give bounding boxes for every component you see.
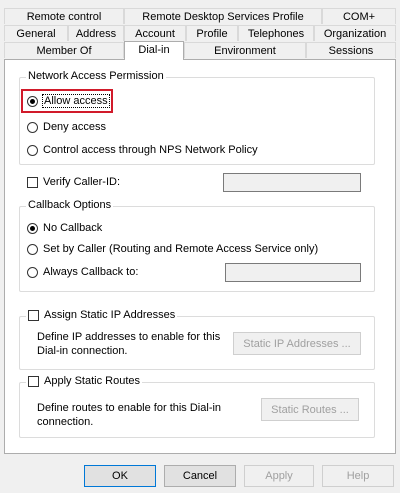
static-ip-title: Assign Static IP Addresses [44,309,176,321]
tab-account[interactable]: Account [124,25,186,41]
radio-control-through-nps[interactable]: Control access through NPS Network Polic… [27,144,258,156]
radio-always-callback-label: Always Callback to: [43,266,139,278]
static-ip-legend: Assign Static IP Addresses [26,309,178,321]
tab-telephones[interactable]: Telephones [238,25,314,41]
tab-general[interactable]: General [4,25,68,41]
verify-caller-id-checkbox[interactable]: Verify Caller-ID: [27,176,120,188]
static-routes-title: Apply Static Routes [44,375,140,387]
always-callback-input[interactable] [225,263,361,282]
cancel-button[interactable]: Cancel [164,465,236,487]
static-ip-description-line1: Define IP addresses to enable for this [37,331,221,343]
radio-deny-access-label: Deny access [43,121,106,133]
apply-button[interactable]: Apply [244,465,314,487]
verify-caller-id-label: Verify Caller-ID: [43,176,121,188]
verify-caller-id-input[interactable] [223,173,361,192]
static-ip-description-line2: Dial-in connection. [37,345,128,357]
radio-allow-access-indicator[interactable] [27,95,38,107]
tab-organization[interactable]: Organization [314,25,396,41]
radio-no-callback-label: No Callback [43,222,103,234]
static-routes-description: Define routes to enable for this Dial-in… [37,401,221,429]
network-access-permission-title: Network Access Permission [26,70,166,82]
dial-in-panel: Network Access Permission Allow access D… [4,59,396,454]
radio-set-by-caller[interactable]: Set by Caller (Routing and Remote Access… [27,243,318,255]
radio-deny-access-indicator[interactable] [27,121,38,133]
tab-address[interactable]: Address [68,25,124,41]
static-ip-addresses-button[interactable]: Static IP Addresses ... [233,332,361,355]
static-routes-checkbox[interactable] [28,375,39,387]
radio-deny-access[interactable]: Deny access [27,121,106,133]
static-routes-description-line2: connection. [37,416,94,428]
radio-set-by-caller-indicator[interactable] [27,243,38,255]
tab-remote-desktop-services-profile[interactable]: Remote Desktop Services Profile [124,8,322,24]
radio-always-callback[interactable]: Always Callback to: [27,266,138,278]
tab-environment[interactable]: Environment [184,42,306,58]
radio-allow-access-label: Allow access [42,94,110,108]
verify-caller-id-box[interactable] [27,176,38,188]
radio-no-callback-indicator[interactable] [27,222,38,234]
static-routes-description-line1: Define routes to enable for this Dial-in [37,402,222,414]
help-button[interactable]: Help [322,465,394,487]
static-routes-button[interactable]: Static Routes ... [261,398,359,421]
ok-button[interactable]: OK [84,465,156,487]
radio-always-callback-indicator[interactable] [27,266,38,278]
static-ip-description: Define IP addresses to enable for this D… [37,330,220,358]
radio-set-by-caller-label: Set by Caller (Routing and Remote Access… [43,243,319,255]
radio-no-callback[interactable]: No Callback [27,222,102,234]
static-ip-checkbox[interactable] [28,309,39,321]
tab-profile[interactable]: Profile [186,25,238,41]
tab-com-plus[interactable]: COM+ [322,8,396,24]
tab-dial-in[interactable]: Dial-in [124,41,184,60]
static-routes-legend: Apply Static Routes [26,375,142,387]
tab-remote-control[interactable]: Remote control [4,8,124,24]
tab-sessions[interactable]: Sessions [306,42,396,58]
callback-options-title: Callback Options [26,199,114,211]
tab-member-of[interactable]: Member Of [4,42,124,58]
radio-allow-access[interactable]: Allow access [27,94,110,108]
radio-control-through-nps-label: Control access through NPS Network Polic… [43,144,258,156]
radio-control-through-nps-indicator[interactable] [27,144,38,156]
